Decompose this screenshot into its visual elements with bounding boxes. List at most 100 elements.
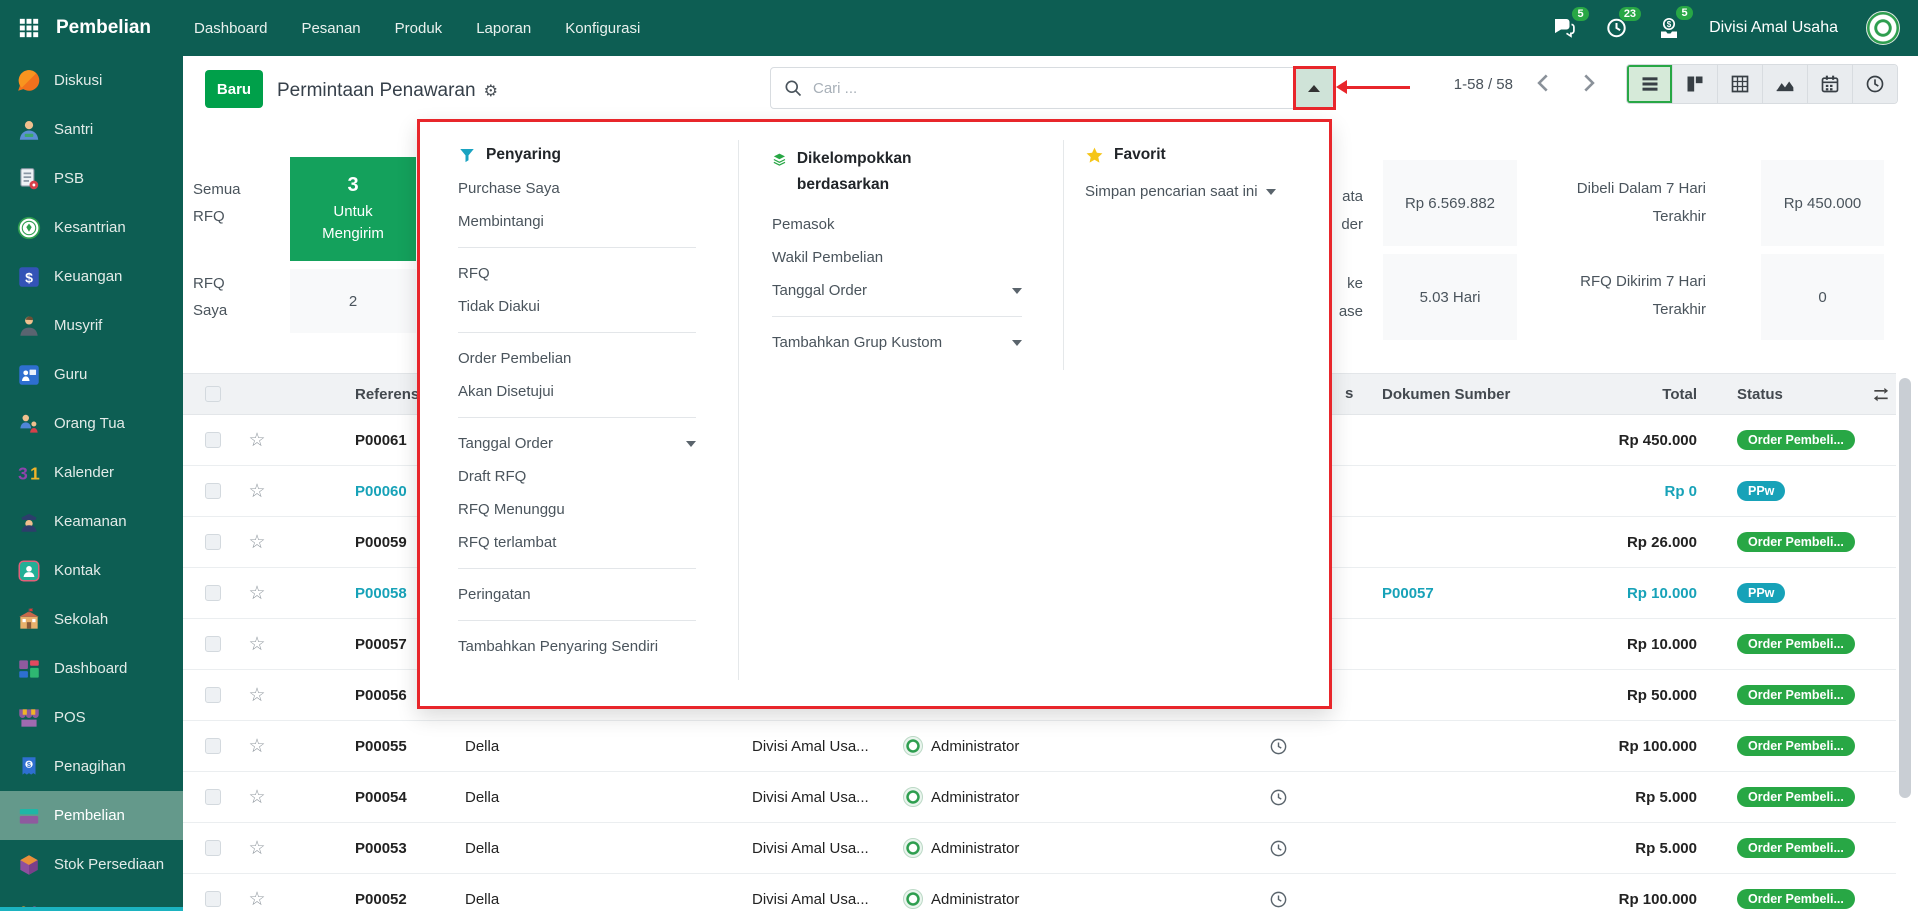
row-checkbox[interactable] — [205, 789, 221, 805]
sidebar-item-psb[interactable]: PSB — [0, 154, 183, 203]
filter-akan-disetujui[interactable]: Akan Disetujui — [458, 375, 718, 408]
filter-rfq[interactable]: RFQ — [458, 257, 718, 290]
activity-clock-icon[interactable] — [1248, 890, 1308, 909]
filter-rfq-menunggu[interactable]: RFQ Menunggu — [458, 493, 718, 526]
view-graph-button[interactable] — [1762, 65, 1807, 103]
user-name[interactable]: Divisi Amal Usaha — [1709, 19, 1838, 37]
view-calendar-button[interactable] — [1807, 65, 1852, 103]
row-checkbox[interactable] — [205, 738, 221, 754]
filter-draft-rfq[interactable]: Draft RFQ — [458, 460, 718, 493]
kpi-rfq-sent-7days-tile[interactable]: 0 — [1761, 254, 1884, 340]
new-button[interactable]: Baru — [205, 70, 263, 108]
sidebar-item-pembelian[interactable]: Pembelian — [0, 791, 183, 840]
groupby-pemasok[interactable]: Pemasok — [772, 208, 1034, 241]
sidebar-item-guru[interactable]: Guru — [0, 350, 183, 399]
column-total[interactable]: Total — [1538, 386, 1697, 403]
select-all-checkbox[interactable] — [205, 386, 221, 402]
kpi-all-rfq-tile[interactable]: 3 Untuk Mengirim — [290, 157, 416, 261]
table-row[interactable]: ☆ P00053 Della Divisi Amal Usa... Admini… — [183, 823, 1896, 874]
star-icon[interactable]: ☆ — [237, 480, 277, 503]
star-icon[interactable]: ☆ — [237, 786, 277, 809]
row-reference[interactable]: P00052 — [277, 891, 465, 908]
star-icon[interactable]: ☆ — [237, 684, 277, 707]
groupby-wakil-pembelian[interactable]: Wakil Pembelian — [772, 241, 1034, 274]
star-icon[interactable]: ☆ — [237, 582, 277, 605]
filter-tanggal-order[interactable]: Tanggal Order — [458, 427, 696, 460]
sidebar-item-stok-persediaan[interactable]: Stok Persediaan — [0, 840, 183, 889]
apps-grid-icon[interactable] — [18, 17, 40, 39]
sales-money-icon[interactable]: $ 5 — [1657, 15, 1681, 41]
sidebar-item-diskusi[interactable]: Diskusi — [0, 56, 183, 105]
pager-previous-icon[interactable] — [1531, 70, 1557, 96]
row-checkbox[interactable] — [205, 636, 221, 652]
groupby-tanggal-order[interactable]: Tanggal Order — [772, 274, 1022, 307]
add-custom-group[interactable]: Tambahkan Grup Kustom — [772, 326, 1022, 359]
filter-rfq-terlambat[interactable]: RFQ terlambat — [458, 526, 718, 559]
sidebar-item-kesantrian[interactable]: Kesantrian — [0, 203, 183, 252]
user-avatar[interactable] — [1866, 11, 1900, 45]
sidebar-item-orang-tua[interactable]: Orang Tua — [0, 399, 183, 448]
vertical-scrollbar[interactable] — [1899, 378, 1911, 798]
sidebar-item-penagihan[interactable]: $ Penagihan — [0, 742, 183, 791]
star-icon[interactable]: ☆ — [237, 888, 277, 911]
row-reference[interactable]: P00053 — [277, 840, 465, 857]
pager-next-icon[interactable] — [1575, 70, 1601, 96]
settings-gear-icon[interactable]: ⚙ — [484, 81, 498, 101]
sidebar-item-keuangan[interactable]: $ Keuangan — [0, 252, 183, 301]
search-input[interactable] — [803, 80, 1295, 97]
filter-membintangi[interactable]: Membintangi — [458, 205, 718, 238]
view-kanban-button[interactable] — [1672, 65, 1717, 103]
menu-dashboard[interactable]: Dashboard — [177, 0, 284, 56]
kpi-lead-time-tile[interactable]: 5.03 Hari — [1383, 254, 1517, 340]
star-icon[interactable]: ☆ — [237, 429, 277, 452]
row-source[interactable]: P00057 — [1308, 585, 1538, 602]
table-row[interactable]: ☆ P00054 Della Divisi Amal Usa... Admini… — [183, 772, 1896, 823]
row-checkbox[interactable] — [205, 585, 221, 601]
view-list-button[interactable] — [1627, 65, 1672, 103]
menu-pesanan[interactable]: Pesanan — [284, 0, 377, 56]
view-pivot-button[interactable] — [1717, 65, 1762, 103]
row-checkbox[interactable] — [205, 534, 221, 550]
table-row[interactable]: ☆ P00052 Della Divisi Amal Usa... Admini… — [183, 874, 1896, 911]
sidebar-item-musyrif[interactable]: Musyrif — [0, 301, 183, 350]
sidebar-item-sekolah[interactable]: Sekolah — [0, 595, 183, 644]
row-checkbox[interactable] — [205, 483, 221, 499]
save-current-search[interactable]: Simpan pencarian saat ini — [1085, 175, 1315, 208]
table-row[interactable]: ☆ P00055 Della Divisi Amal Usa... Admini… — [183, 721, 1896, 772]
menu-laporan[interactable]: Laporan — [459, 0, 548, 56]
row-checkbox[interactable] — [205, 432, 221, 448]
menu-konfigurasi[interactable]: Konfigurasi — [548, 0, 657, 56]
app-name[interactable]: Pembelian — [56, 17, 151, 39]
messages-icon[interactable]: 5 — [1551, 16, 1577, 40]
add-custom-filter[interactable]: Tambahkan Penyaring Sendiri — [458, 630, 718, 663]
star-icon[interactable]: ☆ — [237, 837, 277, 860]
menu-produk[interactable]: Produk — [378, 0, 460, 56]
row-reference[interactable]: P00054 — [277, 789, 465, 806]
column-dokumen-sumber[interactable]: Dokumen Sumber — [1308, 386, 1538, 403]
kpi-avg-order-value-tile[interactable]: Rp 6.569.882 — [1383, 160, 1517, 246]
sidebar-item-pos[interactable]: POS — [0, 693, 183, 742]
star-icon[interactable]: ☆ — [237, 633, 277, 656]
filter-purchase-saya[interactable]: Purchase Saya — [458, 172, 718, 205]
row-checkbox[interactable] — [205, 891, 221, 907]
star-icon[interactable]: ☆ — [237, 531, 277, 554]
optional-columns-icon[interactable] — [1871, 385, 1891, 405]
kpi-bought-7days-tile[interactable]: Rp 450.000 — [1761, 160, 1884, 246]
sidebar-item-dashboard[interactable]: Dashboard — [0, 644, 183, 693]
view-activity-button[interactable] — [1852, 65, 1897, 103]
row-checkbox[interactable] — [205, 840, 221, 856]
row-reference[interactable]: P00055 — [277, 738, 465, 755]
sidebar-item-kalender[interactable]: 31 Kalender — [0, 448, 183, 497]
activity-clock-icon[interactable] — [1248, 737, 1308, 756]
activities-clock-icon[interactable]: 23 — [1605, 16, 1629, 40]
sidebar-item-keamanan[interactable]: Keamanan — [0, 497, 183, 546]
row-checkbox[interactable] — [205, 687, 221, 703]
sidebar-item-santri[interactable]: Santri — [0, 105, 183, 154]
filter-tidak-diakui[interactable]: Tidak Diakui — [458, 290, 718, 323]
filter-peringatan[interactable]: Peringatan — [458, 578, 718, 611]
activity-clock-icon[interactable] — [1248, 839, 1308, 858]
activity-clock-icon[interactable] — [1248, 788, 1308, 807]
kpi-my-rfq-tile[interactable]: 2 — [290, 269, 416, 333]
star-icon[interactable]: ☆ — [237, 735, 277, 758]
sidebar-item-kontak[interactable]: Kontak — [0, 546, 183, 595]
